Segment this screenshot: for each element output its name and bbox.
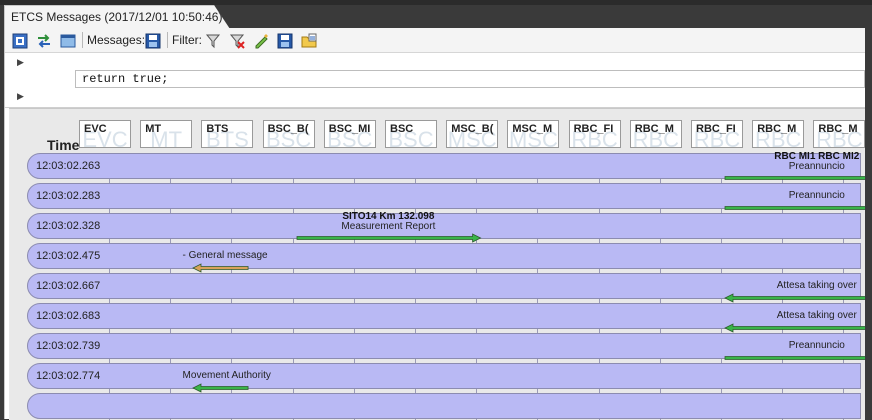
toolbar: Messages: Filter: (5, 28, 865, 53)
message-arrow[interactable] (723, 323, 865, 333)
filter-code-input[interactable]: return true; (75, 70, 865, 88)
message-sequence-grid: Time EVC EVC MT MT BTS BTS BSC BSC_B(BSC BSC_MI B… (9, 108, 865, 420)
lifeline-header[interactable]: BSC BSC_B( (262, 120, 315, 148)
lifeline-label: RBC_M (757, 123, 797, 135)
message-label: Attesa taking over (776, 280, 857, 291)
lifeline-label: RBC_M (634, 123, 674, 135)
filter-save-icon[interactable] (275, 31, 295, 51)
message-label: Movement Authority (182, 370, 271, 381)
message-row[interactable] (27, 393, 861, 419)
lifeline-label: BTS (206, 123, 229, 135)
message-timestamp: 12:03:02.283 (36, 190, 101, 202)
view-icon[interactable] (10, 31, 30, 51)
lifeline-header[interactable]: MT MT (140, 120, 193, 148)
toolbar-separator (167, 32, 168, 48)
lifeline-label: RBC_M (818, 123, 858, 135)
message-arrow[interactable] (723, 293, 865, 303)
message-arrow[interactable] (723, 173, 865, 183)
filter-label: Filter: (172, 33, 202, 47)
lifeline-header[interactable]: RBC RBC_M (813, 120, 865, 148)
lifeline-label: MSC_B( (451, 123, 494, 135)
message-area: 12:03:02.263 RBC MI1 RBC MI2 Preannuncio 12… (23, 151, 865, 420)
message-arrow[interactable] (191, 263, 250, 273)
lifeline-label: RBC_FI (696, 123, 736, 135)
expand-marker-icon[interactable]: ▶ (17, 91, 24, 102)
lifeline-label: BSC_B( (267, 123, 309, 135)
lifeline-label: EVC (84, 123, 107, 135)
window-icon[interactable] (58, 31, 78, 51)
lifeline-header[interactable]: RBC RBC_FI (568, 120, 621, 148)
message-timestamp: 12:03:02.263 (36, 160, 101, 172)
message-timestamp: 12:03:02.328 (36, 220, 101, 232)
lifeline-header[interactable]: MSC MSC_M (507, 120, 560, 148)
message-timestamp: 12:03:02.774 (36, 370, 101, 382)
lifeline-header[interactable]: BSC BSC (385, 120, 437, 148)
message-timestamp: 12:03:02.683 (36, 310, 101, 322)
lifeline-header[interactable]: RBC RBC_M (629, 120, 682, 148)
message-row[interactable]: 12:03:02.774 (27, 363, 861, 389)
lifeline-label: MT (145, 123, 162, 135)
filter-edit-icon[interactable] (251, 31, 271, 51)
time-column-header: Time (47, 137, 80, 153)
message-row[interactable]: 12:03:02.475 (27, 243, 861, 269)
top-strip (0, 0, 872, 5)
message-arrow[interactable] (723, 203, 865, 213)
filter-icon[interactable] (203, 31, 223, 51)
message-label: - General message (182, 250, 268, 261)
toolbar-separator (82, 32, 83, 48)
lifeline-label: BSC (390, 123, 414, 135)
etcs-messages-panel: Messages: Filter: ▶ ▶ return true; Time … (4, 28, 865, 420)
lifeline-header[interactable]: EVC EVC (79, 120, 131, 148)
document-tab[interactable]: ETCS Messages (2017/12/01 10:50:46) (4, 5, 230, 29)
message-timestamp: 12:03:02.667 (36, 280, 101, 292)
message-arrow[interactable] (295, 233, 483, 243)
lifeline-label: MSC_M (512, 123, 553, 135)
lifeline-header[interactable]: MSC MSC_B( (446, 120, 499, 148)
lifeline-header[interactable]: RBC RBC_M (752, 120, 805, 148)
message-label: Preannuncio (788, 161, 845, 172)
lifeline-header[interactable]: BSC BSC_MI (323, 120, 376, 148)
swap-icon[interactable] (34, 31, 54, 51)
messages-label: Messages: (87, 33, 146, 47)
message-arrow[interactable] (723, 353, 865, 363)
lifeline-label: BSC_MI (328, 123, 371, 135)
lifeline-header[interactable]: RBC RBC_FI (691, 120, 743, 148)
lifeline-header[interactable]: BTS BTS (201, 120, 254, 148)
message-label: Preannuncio (788, 190, 845, 201)
tab-title: ETCS Messages (2017/12/01 10:50:46) (11, 10, 223, 24)
message-label: Preannuncio (788, 340, 845, 351)
message-label: Attesa taking over (776, 310, 857, 321)
message-arrow[interactable] (191, 383, 250, 393)
filter-open-icon[interactable] (299, 31, 319, 51)
message-timestamp: 12:03:02.739 (36, 340, 101, 352)
expand-marker-icon[interactable]: ▶ (17, 57, 24, 68)
filter-remove-icon[interactable] (227, 31, 247, 51)
message-label: Measurement Report (341, 221, 436, 232)
lifeline-label: RBC_FI (573, 123, 614, 135)
save-messages-icon[interactable] (143, 31, 163, 51)
message-timestamp: 12:03:02.475 (36, 250, 101, 262)
